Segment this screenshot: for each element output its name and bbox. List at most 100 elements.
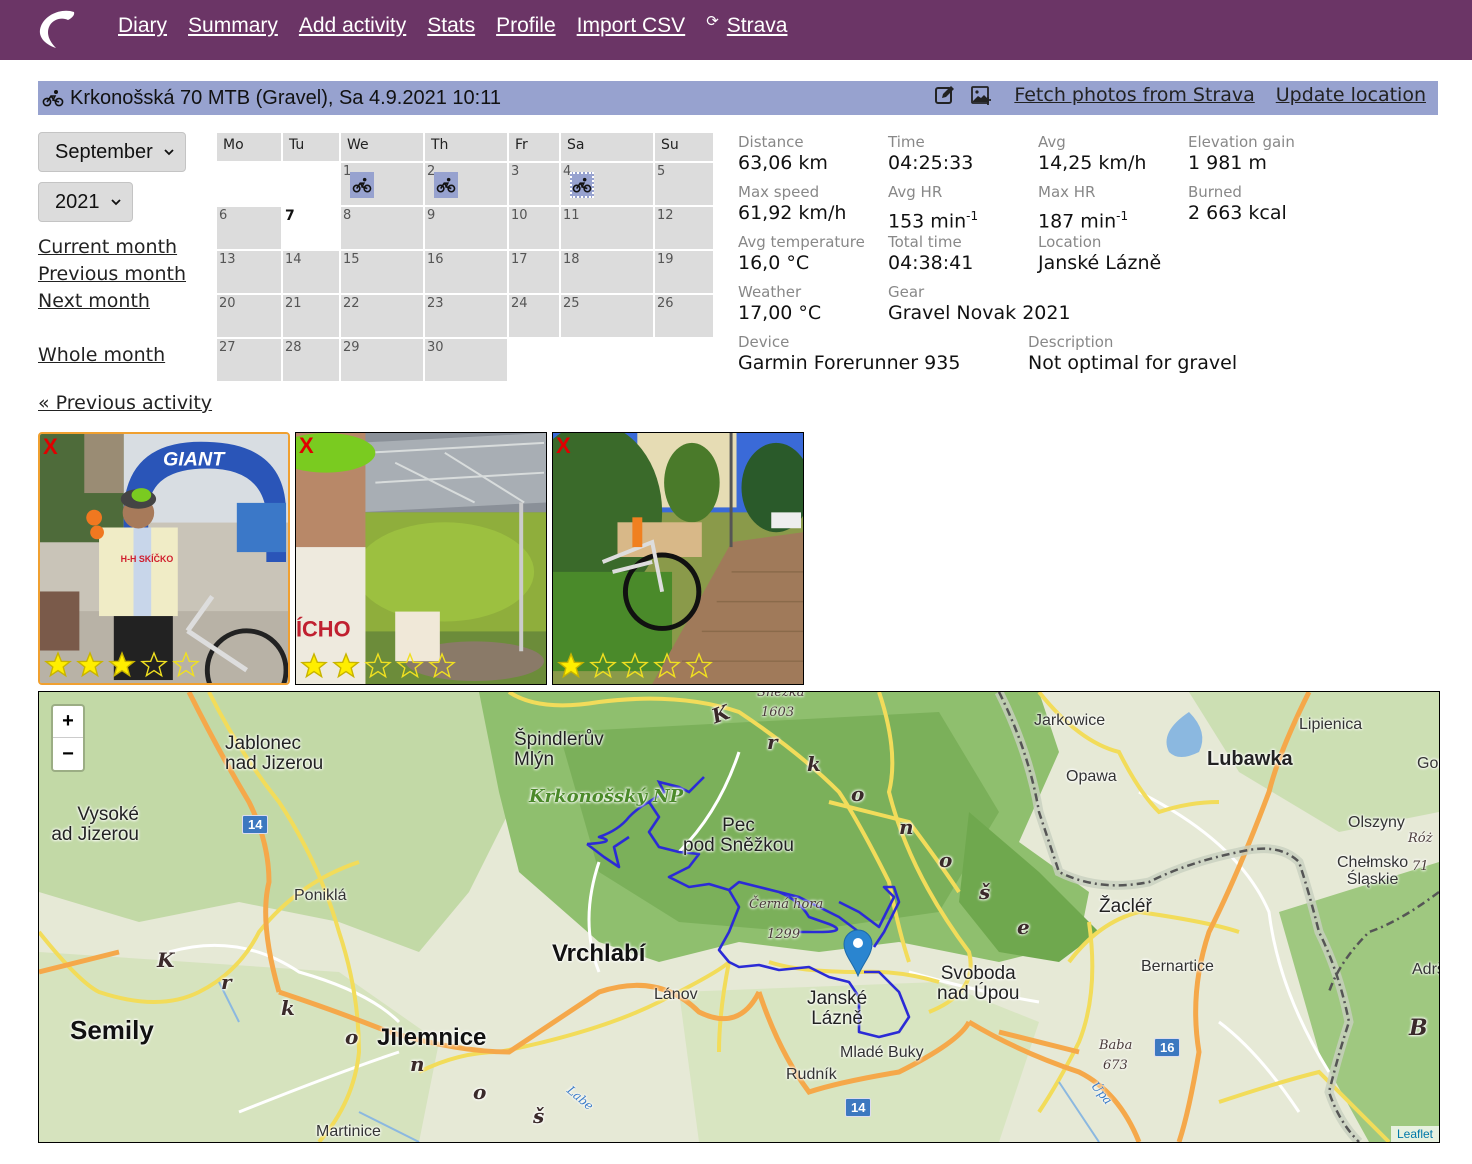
star-empty-icon[interactable] [685, 652, 713, 680]
next-month-link[interactable]: Next month [38, 288, 186, 315]
whole-month-link[interactable]: Whole month [38, 342, 186, 369]
calendar-day[interactable]: 23 [425, 295, 507, 337]
nav-summary[interactable]: Summary [188, 14, 278, 38]
map-label-jablonec: Jablonec nad Jizerou [225, 733, 324, 774]
calendar-day[interactable]: 22 [341, 295, 423, 337]
stat-value: 187 min-1 [1038, 205, 1128, 232]
calendar-day[interactable]: 1 [341, 163, 423, 205]
calendar-week: 13 14 15 16 17 18 19 [217, 251, 713, 293]
delete-photo-button[interactable]: X [299, 435, 314, 457]
calendar-day[interactable]: 7 [283, 207, 339, 249]
star-empty-icon[interactable] [172, 651, 200, 679]
day-number: 16 [427, 252, 444, 267]
stat-label: Avg HR [888, 183, 943, 201]
month-select[interactable]: September [38, 132, 186, 172]
map-label-range-letter: š [979, 880, 991, 904]
calendar-day[interactable]: 6 [217, 207, 281, 249]
map-label-range-letter: n [899, 815, 914, 839]
calendar-day[interactable]: 2 [425, 163, 507, 205]
map-label-semily: Semily [70, 1015, 154, 1045]
stat-label: Location [1038, 233, 1102, 251]
zoom-out-button[interactable]: − [53, 738, 83, 770]
calendar-day[interactable]: 8 [341, 207, 423, 249]
activity-title: Krkonošská 70 MTB (Gravel), Sa 4.9.2021 … [38, 87, 501, 110]
calendar-day[interactable]: 4 [561, 163, 653, 205]
calendar-day[interactable]: 13 [217, 251, 281, 293]
update-location-link[interactable]: Update location [1276, 84, 1426, 106]
calendar-day[interactable]: 10 [509, 207, 559, 249]
add-photo-icon[interactable] [970, 84, 992, 106]
activity-link[interactable] [570, 172, 594, 198]
stat-elevation-gain: Elevation gain 1 981 m [1188, 133, 1295, 174]
photo-image: ÍCHO [296, 433, 546, 684]
current-month-link[interactable]: Current month [38, 234, 186, 261]
star-empty-icon[interactable] [428, 652, 456, 680]
nav-stats[interactable]: Stats [427, 14, 475, 38]
photo-item[interactable]: ÍCHO X [295, 432, 547, 685]
calendar-day[interactable]: 21 [283, 295, 339, 337]
nav-add-activity[interactable]: Add activity [299, 14, 406, 38]
calendar-day[interactable]: 15 [341, 251, 423, 293]
day-number: 6 [219, 208, 228, 223]
calendar-day[interactable]: 30 [425, 339, 507, 381]
star-filled-icon[interactable] [300, 652, 328, 680]
star-empty-icon[interactable] [364, 652, 392, 680]
calendar-day[interactable]: 17 [509, 251, 559, 293]
nav-strava[interactable]: Strava [727, 14, 788, 38]
map-attribution-link[interactable]: Leaflet [1390, 1126, 1439, 1142]
calendar-day[interactable]: 28 [283, 339, 339, 381]
calendar-day[interactable]: 14 [283, 251, 339, 293]
calendar-day[interactable]: 5 [655, 163, 713, 205]
activity-map[interactable]: Jablonec nad Jizerou Vysoké ad Jizerou Š… [38, 691, 1440, 1143]
stat-burned: Burned 2 663 kcal [1188, 183, 1287, 224]
map-marker-icon[interactable] [843, 929, 873, 977]
star-filled-icon[interactable] [557, 652, 585, 680]
calendar-day[interactable]: 20 [217, 295, 281, 337]
calendar-day[interactable]: 3 [509, 163, 559, 205]
star-empty-icon[interactable] [140, 651, 168, 679]
fetch-photos-link[interactable]: Fetch photos from Strava [1014, 84, 1254, 106]
zoom-in-button[interactable]: + [53, 706, 83, 738]
star-filled-icon[interactable] [332, 652, 360, 680]
previous-month-link[interactable]: Previous month [38, 261, 186, 288]
star-filled-icon[interactable] [108, 651, 136, 679]
delete-photo-button[interactable]: X [556, 435, 571, 457]
star-filled-icon[interactable] [76, 651, 104, 679]
calendar-day[interactable]: 29 [341, 339, 423, 381]
chevron-down-icon [111, 199, 121, 206]
star-empty-icon[interactable] [396, 652, 424, 680]
day-number: 15 [343, 252, 360, 267]
nav-profile[interactable]: Profile [496, 14, 556, 38]
calendar-day[interactable]: 11 [561, 207, 653, 249]
calendar-day[interactable]: 12 [655, 207, 713, 249]
sync-icon: ⟳ [706, 13, 719, 30]
edit-icon[interactable] [934, 84, 956, 106]
calendar-empty-cell [655, 339, 713, 381]
year-select[interactable]: 2021 [38, 182, 133, 222]
star-empty-icon[interactable] [621, 652, 649, 680]
photo-item[interactable]: X [552, 432, 804, 685]
map-label-krkonossky-np: Krkonošský NP [529, 786, 684, 807]
map-label-opawa: Opawa [1066, 768, 1117, 785]
previous-activity-link[interactable]: « Previous activity [38, 392, 212, 414]
star-empty-icon[interactable] [589, 652, 617, 680]
photo-item[interactable]: GIANT H-H SKÍČKO X [38, 432, 290, 685]
calendar-day[interactable]: 27 [217, 339, 281, 381]
star-empty-icon[interactable] [653, 652, 681, 680]
delete-photo-button[interactable]: X [43, 436, 58, 458]
activity-link[interactable] [434, 172, 458, 198]
calendar-day[interactable]: 24 [509, 295, 559, 337]
stat-label: Avg [1038, 133, 1066, 151]
nav-diary[interactable]: Diary [118, 14, 167, 38]
nav-import-csv[interactable]: Import CSV [577, 14, 686, 38]
calendar-day[interactable]: 9 [425, 207, 507, 249]
calendar-day[interactable]: 16 [425, 251, 507, 293]
calendar-day[interactable]: 19 [655, 251, 713, 293]
calendar-day[interactable]: 25 [561, 295, 653, 337]
calendar-week: 20 21 22 23 24 25 26 [217, 295, 713, 337]
star-filled-icon[interactable] [44, 651, 72, 679]
activity-link[interactable] [350, 172, 374, 198]
calendar-day[interactable]: 26 [655, 295, 713, 337]
calendar-day[interactable]: 18 [561, 251, 653, 293]
app-logo-icon[interactable] [34, 6, 82, 52]
